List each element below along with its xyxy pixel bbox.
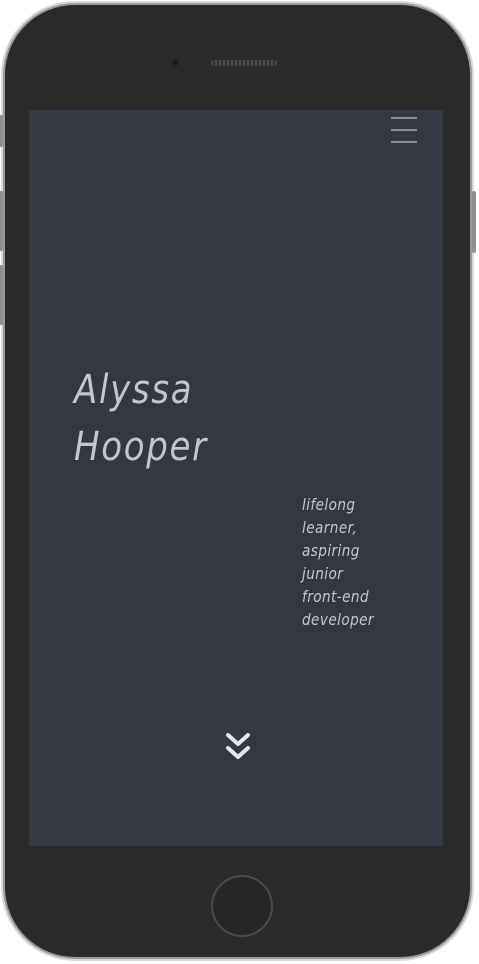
power-button	[472, 191, 476, 253]
phone-screen: Alyssa Hooper lifelong learner, aspiring…	[29, 110, 443, 846]
home-button[interactable]	[211, 875, 273, 937]
tagline-line: learner,	[302, 518, 358, 537]
tagline-line: lifelong	[302, 495, 356, 514]
double-chevron-down-icon[interactable]	[225, 732, 251, 764]
hamburger-menu-icon[interactable]	[391, 117, 417, 145]
silent-switch	[0, 115, 3, 147]
tagline-line: front-end	[302, 587, 370, 606]
earpiece-speaker	[211, 60, 277, 66]
tagline-line: developer	[302, 610, 374, 629]
volume-down-button	[0, 265, 3, 325]
tagline-line: aspiring	[302, 541, 360, 560]
hero-name-first: Alyssa	[74, 367, 194, 413]
hero-name: Alyssa Hooper	[74, 362, 208, 476]
hero-tagline: lifelong learner, aspiring junior front-…	[302, 493, 404, 631]
volume-up-button	[0, 191, 3, 251]
tagline-line: junior	[302, 564, 344, 583]
front-camera	[171, 58, 180, 67]
hero-name-last: Hooper	[74, 424, 208, 470]
